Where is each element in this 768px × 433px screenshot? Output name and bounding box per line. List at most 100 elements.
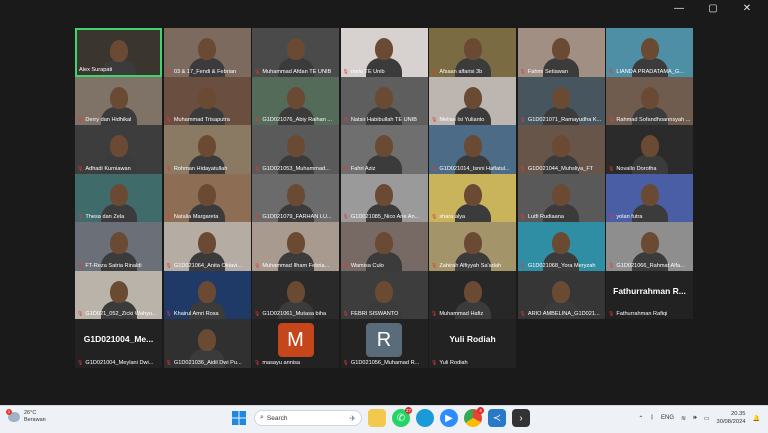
- participant-tile[interactable]: 🎙 G1D021068_Yora Meryzah: [517, 222, 605, 271]
- close-button[interactable]: ✕: [730, 2, 764, 16]
- battery-icon[interactable]: ▭: [704, 415, 710, 422]
- volume-icon[interactable]: 🕪: [693, 415, 697, 422]
- weather-widget[interactable]: 1 26°C Berawan: [6, 409, 46, 424]
- participant-name: G1D021076_Abiy Raihan ...: [262, 117, 333, 123]
- chevron-up-icon[interactable]: ⌃: [638, 415, 643, 422]
- vscode-icon[interactable]: ≺: [488, 409, 506, 427]
- participant-tile[interactable]: 🎙 Fahri Aziz: [340, 125, 428, 174]
- weather-badge: 1: [6, 409, 12, 415]
- participant-tile[interactable]: G1D021004_Me... 🎙 G1D021004_Meylani Dwi...: [75, 319, 162, 368]
- bluetooth-icon[interactable]: ᛒ: [650, 415, 654, 421]
- participant-video-face: [198, 86, 216, 109]
- participant-tile[interactable]: 🎙 shara alya: [429, 173, 516, 222]
- participant-video-face: [463, 183, 482, 206]
- participant-tile[interactable]: 🎙 Zahirah Alfiyyah Sa'adah: [429, 222, 516, 271]
- muted-mic-icon: 🎙: [608, 262, 615, 269]
- participant-tile[interactable]: 🎙 Adhadi Kurniawan: [75, 125, 162, 174]
- participant-video-face: [198, 280, 216, 303]
- muted-mic-icon: 🎙: [608, 165, 615, 172]
- edge-icon[interactable]: [416, 409, 434, 427]
- windows-start-icon[interactable]: [230, 409, 248, 427]
- participant-tile[interactable]: 🎙 G1D021076_Abiy Raihan ...: [252, 76, 339, 125]
- search-placeholder: Search: [266, 414, 288, 422]
- participant-tile[interactable]: 🎙 G1D021014_Isnni Haflatul...: [429, 125, 516, 174]
- file-explorer-icon[interactable]: [368, 409, 386, 427]
- participant-label: 🎙 mela TE Unib: [343, 69, 426, 76]
- taskbar-center: ⌕ Search ✈ ✆ 27 ▶ 4 ≺ ›: [230, 407, 530, 427]
- participant-tile[interactable]: Alex Surapati: [75, 28, 162, 77]
- participant-tile[interactable]: Yuli Rodiah 🎙 Yuli Rodiah: [429, 319, 516, 368]
- participant-display-name: Fathurrahman R...: [613, 285, 686, 296]
- muted-mic-icon: 🎙: [519, 165, 526, 172]
- muted-mic-icon: 🎙: [342, 262, 349, 269]
- participant-tile[interactable]: R 🎙 G1D021056_Muhamad R...: [340, 319, 428, 368]
- chrome-icon[interactable]: 4: [464, 407, 484, 427]
- participant-tile[interactable]: 🎙 G1D021079_FARHAN LU...: [252, 173, 339, 222]
- participant-tile[interactable]: 🎙 G1D021061_Mutasa biha: [252, 270, 339, 319]
- muted-mic-icon: 🎙: [77, 214, 84, 220]
- participant-tile[interactable]: 🎙 G1D021053_Muhammad...: [252, 125, 339, 174]
- participant-tile[interactable]: 🎙 yolan futra: [606, 173, 693, 222]
- zoom-meeting-window: — ▢ ✕ Alex Surapati 🎙 03 & 17_Fendi & Febr…: [0, 0, 768, 405]
- maximize-button[interactable]: ▢: [696, 2, 730, 16]
- participant-tile[interactable]: 🎙 Derry dan Hidhikal: [75, 76, 162, 125]
- muted-mic-icon: 🎙: [431, 165, 438, 172]
- participant-tile[interactable]: 🎙 Rohman Hidayatullah: [163, 125, 251, 174]
- participant-tile[interactable]: 🎙 G1D021044_Muhsliya_FT: [517, 125, 605, 174]
- participant-label: 🎙 ARIO AMBELINA_G1D021...: [520, 311, 603, 318]
- muted-mic-icon: 🎙: [342, 359, 349, 366]
- participant-video-face: [109, 280, 128, 303]
- notification-bell-icon[interactable]: 🔔: [753, 415, 760, 422]
- participant-name: FT-Reza Satria Rinaldi: [85, 262, 142, 269]
- participant-tile[interactable]: 🎙 LIANDA PRADATAMA_G...: [606, 28, 693, 77]
- participant-tile[interactable]: 🎙 Muhammad Ilham Febria...: [252, 222, 339, 271]
- participant-label: 🎙 Natsir Habibullah TE UNIB: [343, 117, 426, 124]
- whatsapp-icon[interactable]: ✆ 27: [392, 407, 412, 427]
- participant-tile[interactable]: 🎙 G1D021071_Ramayudha K...: [517, 76, 605, 125]
- participant-video-face: [463, 232, 482, 254]
- participant-tile[interactable]: 🎙 Natalia Margareta: [163, 173, 251, 222]
- participant-tile[interactable]: 🎙 G1D021066_Rahmat Alfa...: [606, 222, 693, 271]
- wifi-icon[interactable]: ≋: [681, 415, 686, 422]
- window-controls: — ▢ ✕: [662, 2, 764, 16]
- participant-tile[interactable]: 🎙 mela TE Unib: [340, 28, 428, 77]
- participant-display-name: G1D021004_Me...: [83, 334, 154, 344]
- participant-tile[interactable]: 🎙 FEBRI SISWANTO: [340, 270, 428, 319]
- participant-tile[interactable]: 🎙 G1D021064_Anita Oktavi...: [163, 222, 251, 271]
- participant-tile[interactable]: 🎙 Melian Isi Yulianto: [429, 76, 516, 125]
- participant-tile[interactable]: 🎙 Fahmi Setiawan: [517, 28, 605, 77]
- participant-label: 🎙 Muhammad Afdan TE UNIB: [254, 69, 337, 76]
- participant-tile[interactable]: 🎙 Muhammad Trisaputra: [163, 76, 251, 125]
- participant-tile[interactable]: 🎙 Muhammad Hafiz: [429, 270, 516, 319]
- muted-mic-icon: 🎙: [77, 262, 84, 269]
- participant-label: 🎙 FEBRI SISWANTO: [343, 311, 426, 318]
- participant-tile[interactable]: 🎙 03 & 17_Fendi & Febrian: [163, 28, 251, 77]
- clock[interactable]: 20.35 30/08/2024: [717, 410, 746, 426]
- participant-tile[interactable]: 🎙 G1D021036_Aidil Dwi Pu...: [163, 319, 251, 368]
- participant-tile[interactable]: 🎙 Muhammad Afdan TE UNIB: [252, 28, 339, 77]
- participant-tile[interactable]: Fathurrahman R... 🎙 Fathurrahman Rafiqi: [606, 270, 693, 319]
- participant-tile[interactable]: 🎙 Natsir Habibullah TE UNIB: [340, 76, 428, 125]
- participant-name: mela TE Unib: [350, 68, 385, 75]
- participant-tile[interactable]: 🎙 Wamisa Culo: [340, 222, 428, 271]
- participant-tile[interactable]: 🎙 ARIO AMBELINA_G1D021...: [517, 270, 605, 319]
- participant-tile[interactable]: 🎙 Rahmad Sofandhoannsyah ...: [606, 76, 693, 125]
- participant-tile[interactable]: 🎙 Thesa dan Zela: [75, 173, 162, 222]
- participant-tile[interactable]: 🎙 G1D021085_Nico Arie An...: [340, 173, 428, 222]
- zoom-icon[interactable]: ▶: [440, 409, 458, 427]
- minimize-button[interactable]: —: [662, 2, 696, 16]
- participant-video-face: [109, 135, 128, 157]
- taskbar-search[interactable]: ⌕ Search ✈: [254, 410, 362, 426]
- participant-tile[interactable]: 🎙 Khairul Amri Rosa: [163, 270, 251, 319]
- lang-indicator[interactable]: ENG: [661, 415, 674, 421]
- participant-tile[interactable]: M 🎙 masayu annisa: [252, 319, 339, 368]
- participant-video-face: [552, 135, 570, 157]
- participant-tile[interactable]: 🎙 Novallo Dorotha: [606, 125, 693, 174]
- participant-tile[interactable]: 🎙 Afsaan alfarisi 3b: [429, 28, 516, 77]
- participant-tile[interactable]: 🎙 G1D021_052_Zicki Wahyu...: [75, 270, 162, 319]
- muted-mic-icon: 🎙: [431, 359, 438, 366]
- participant-video-face: [552, 183, 570, 206]
- participant-tile[interactable]: 🎙 FT-Reza Satria Rinaldi: [75, 222, 162, 271]
- terminal-icon[interactable]: ›: [512, 409, 530, 427]
- participant-tile[interactable]: 🎙 Lutfi Rudiaana: [517, 173, 605, 222]
